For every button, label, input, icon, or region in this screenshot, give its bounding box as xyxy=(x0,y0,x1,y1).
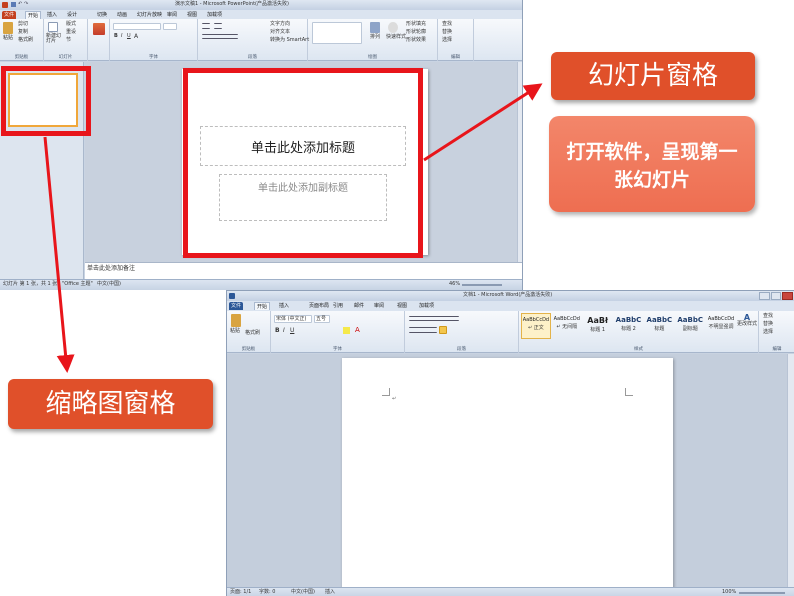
margin-mark-left xyxy=(382,388,390,396)
word-language-status: 中文(中国) xyxy=(291,589,315,595)
word-page[interactable]: ↵ xyxy=(342,358,673,590)
word-bold-button[interactable]: B xyxy=(275,328,280,334)
style-name: 标题 2 xyxy=(621,326,636,332)
margin-mark-right xyxy=(625,388,633,396)
word-group-label: 段落 xyxy=(457,347,466,352)
highlight-color-icon[interactable] xyxy=(343,327,350,334)
word-group-label: 字体 xyxy=(333,347,342,352)
word-tab-insert[interactable]: 插入 xyxy=(277,302,291,310)
word-format-painter-button[interactable]: 格式刷 xyxy=(245,331,260,336)
style-gallery-item[interactable]: AaBbC 标题 2 xyxy=(614,313,644,339)
align-icons[interactable] xyxy=(409,327,437,333)
styles-gallery: AaBbCcDd ↵ 正文 AaBbCcDd ↵ 无间隔 AaBł 标题 1 AaBbC 标题… xyxy=(521,313,737,339)
style-name: 标题 xyxy=(654,326,665,332)
word-ribbon-tabs: 文件 开始 插入 页面布局 引用 邮件 审阅 视图 加载项 xyxy=(227,301,794,311)
word-group-label: 编辑 xyxy=(772,347,782,352)
word-tab-view[interactable]: 视图 xyxy=(395,302,409,310)
word-zoom-slider[interactable] xyxy=(739,592,785,594)
word-tab-page-layout[interactable]: 页面布局 xyxy=(307,302,331,310)
style-preview: AaBł xyxy=(587,316,608,325)
word-group-font: 宋体 (中文正) 五号 B I U A 字体 xyxy=(271,311,405,353)
word-zoom-status: 100% xyxy=(722,589,737,595)
word-group-label: 剪贴板 xyxy=(241,347,256,352)
style-preview: AaBbCcDd xyxy=(707,316,735,322)
word-group-styles: AaBbCcDd ↵ 正文 AaBbCcDd ↵ 无间隔 AaBł 标题 1 AaBbC 标题… xyxy=(519,311,759,353)
change-styles-control[interactable]: A 更改样式 xyxy=(737,313,757,339)
word-tab-addins[interactable]: 加载项 xyxy=(417,302,436,310)
window-controls xyxy=(759,292,794,300)
word-tab-references[interactable]: 引用 xyxy=(331,302,345,310)
word-tab-mailings[interactable]: 邮件 xyxy=(352,302,366,310)
insert-mode-status: 插入 xyxy=(325,589,336,595)
word-count-status: 字数: 0 xyxy=(259,589,276,595)
justify-active-icon[interactable] xyxy=(439,326,447,334)
word-font-color-button[interactable]: A xyxy=(355,327,360,334)
word-tab-review[interactable]: 审阅 xyxy=(372,302,386,310)
style-name: 不明显强调 xyxy=(708,324,734,330)
style-name: 副标题 xyxy=(682,326,698,332)
style-preview: AaBbC xyxy=(677,316,704,324)
thumbnail-pane-callout: 缩略图窗格 xyxy=(8,379,213,429)
style-preview: AaBbCcDd xyxy=(522,317,550,323)
word-app-icon xyxy=(229,293,235,299)
word-status-bar: 页面: 1/1 字数: 0 中文(中国) 插入 100% xyxy=(227,587,794,596)
style-gallery-item[interactable]: AaBbCcDd 不明显强调 xyxy=(706,313,736,339)
text-cursor: ↵ xyxy=(392,396,397,402)
slide-pane-callout: 幻灯片窗格 xyxy=(551,52,755,100)
minimize-icon[interactable] xyxy=(759,292,770,300)
word-window: 文档1 - Microsoft Word(产品激活失败) 文件 开始 插入 页面… xyxy=(226,290,794,596)
style-gallery-item[interactable]: AaBbC 标题 xyxy=(644,313,674,339)
style-preview: AaBbCcDd xyxy=(553,316,580,322)
maximize-icon[interactable] xyxy=(770,292,782,300)
word-font-name-select[interactable]: 宋体 (中文正) xyxy=(274,315,312,323)
arrow-to-thumbnail-callout xyxy=(43,136,75,373)
word-select-button[interactable]: 选择 xyxy=(763,330,773,335)
style-gallery-item[interactable]: AaBbC 副标题 xyxy=(675,313,705,339)
word-tab-home[interactable]: 开始 xyxy=(254,302,271,310)
word-paste-button[interactable]: 粘贴 xyxy=(230,329,240,334)
style-gallery-item[interactable]: AaBł 标题 1 xyxy=(583,313,613,339)
style-gallery-item[interactable]: AaBbCcDd ↵ 无间隔 xyxy=(552,313,582,339)
style-name: 标题 1 xyxy=(590,327,606,333)
word-group-paragraph: 段落 xyxy=(405,311,519,353)
style-name: ↵ 正文 xyxy=(528,325,544,331)
word-replace-button[interactable]: 替换 xyxy=(763,322,773,327)
style-preview: AaBbC xyxy=(646,316,673,324)
first-slide-callout: 打开软件，呈现第一张幻灯片 xyxy=(549,116,755,212)
word-document-area: ↵ xyxy=(227,354,794,590)
paste-icon[interactable] xyxy=(231,314,241,327)
word-italic-button[interactable]: I xyxy=(283,328,285,334)
style-preview: AaBbC xyxy=(615,316,642,324)
word-tab-file[interactable]: 文件 xyxy=(229,302,244,310)
word-window-title: 文档1 - Microsoft Word(产品激活失败) xyxy=(463,292,553,298)
list-icons[interactable] xyxy=(409,316,459,321)
change-styles-button[interactable]: 更改样式 xyxy=(737,322,757,327)
word-group-label: 样式 xyxy=(634,347,643,352)
word-group-clipboard: 粘贴 格式刷 剪贴板 xyxy=(227,311,271,353)
arrow-to-slide-pane-callout xyxy=(423,83,543,162)
word-font-size-select[interactable]: 五号 xyxy=(314,315,330,323)
word-group-editing: 查找 替换 选择 编辑 xyxy=(759,311,794,353)
word-underline-button[interactable]: U xyxy=(290,328,294,334)
word-vertical-scrollbar[interactable] xyxy=(787,354,794,587)
close-icon[interactable] xyxy=(782,292,794,300)
style-name: ↵ 无间隔 xyxy=(556,324,578,330)
word-ribbon: 粘贴 格式刷 剪贴板 宋体 (中文正) 五号 B I U A 字体 段落 AaB… xyxy=(227,311,794,353)
style-gallery-item[interactable]: AaBbCcDd ↵ 正文 xyxy=(521,313,551,339)
page-status: 页面: 1/1 xyxy=(230,589,252,595)
word-find-button[interactable]: 查找 xyxy=(763,314,773,319)
word-title-bar: 文档1 - Microsoft Word(产品激活失败) xyxy=(227,291,794,301)
